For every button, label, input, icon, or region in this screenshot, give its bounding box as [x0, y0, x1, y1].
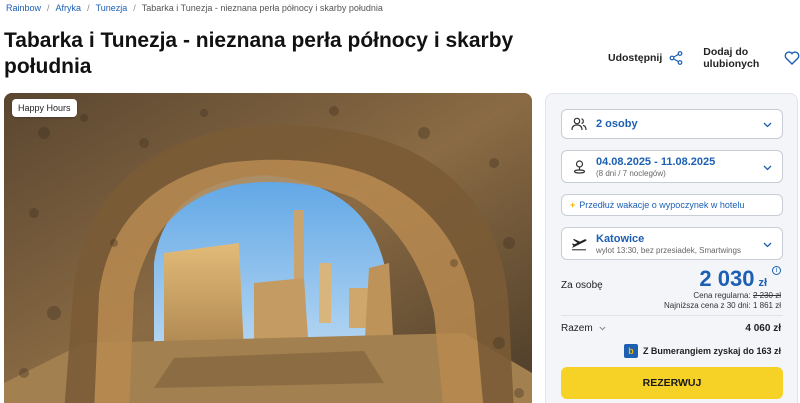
dates-select[interactable]: 04.08.2025 - 11.08.2025 (8 dni / 7 nocle… — [561, 150, 783, 183]
bumerang-promo[interactable]: b Z Bumerangiem zyskaj do 163 zł — [623, 344, 781, 358]
share-icon — [669, 51, 683, 65]
lowest-price-label: Najniższa cena z 30 dni: — [664, 301, 751, 310]
breadcrumb-current: Tabarka i Tunezja - nieznana perła półno… — [141, 3, 383, 13]
breadcrumb: Rainbow / Afryka / Tunezja / Tabarka i T… — [6, 3, 383, 13]
breadcrumb-link-tunezja[interactable]: Tunezja — [96, 3, 128, 13]
regular-price-label: Cena regularna: — [693, 291, 751, 300]
departure-details: wylot 13:30, bez przesiadek, Smartwings — [596, 245, 741, 255]
lowest-price-value: 1 861 zł — [752, 301, 781, 310]
regular-price: Cena regularna: 2 230 zł — [693, 291, 781, 300]
extend-label: Przedłuż wakacje o wypoczynek w hotelu — [579, 200, 745, 210]
price-value: 2 030 — [699, 266, 755, 291]
departure-select[interactable]: Katowice wylot 13:30, bez przesiadek, Sm… — [561, 227, 783, 260]
lowest-price: Najniższa cena z 30 dni: 1 861 zł — [664, 301, 781, 310]
happy-hours-badge: Happy Hours — [12, 99, 77, 117]
favorite-button[interactable]: Dodaj do ulubionych — [703, 46, 800, 70]
reserve-button[interactable]: REZERWUJ — [561, 367, 783, 399]
departure-city: Katowice — [596, 232, 645, 245]
breadcrumb-link-afryka[interactable]: Afryka — [56, 3, 82, 13]
bumerang-icon: b — [623, 344, 638, 358]
users-icon — [562, 117, 596, 131]
calendar-location-icon — [562, 159, 596, 174]
persons-select[interactable]: 2 osoby — [561, 109, 783, 139]
chevron-down-icon — [763, 235, 772, 253]
breadcrumb-separator: / — [47, 3, 50, 13]
extend-holiday-button[interactable]: + Przedłuż wakacje o wypoczynek w hotelu — [561, 194, 783, 216]
persons-value: 2 osoby — [596, 118, 638, 130]
booking-panel: 2 osoby 04.08.2025 - 11.08.2025 (8 dni /… — [545, 93, 798, 403]
total-toggle[interactable]: Razem — [561, 323, 606, 334]
share-button[interactable]: Udostępnij — [608, 51, 683, 65]
plus-icon: + — [570, 200, 576, 210]
dates-sub: (8 dni / 7 noclegów) — [596, 168, 666, 178]
ruins-arch-image — [4, 93, 532, 403]
chevron-down-icon — [763, 158, 772, 176]
total-label: Razem — [561, 323, 593, 334]
price-per-person: 2 030 zł — [699, 266, 767, 292]
share-label: Udostępnij — [608, 52, 663, 64]
page-actions: Udostępnij Dodaj do ulubionych — [608, 46, 800, 70]
price-currency: zł — [758, 277, 767, 289]
dates-value: 04.08.2025 - 11.08.2025 — [596, 155, 716, 168]
heart-icon — [784, 51, 800, 65]
offer-photo[interactable]: Happy Hours — [4, 93, 532, 403]
regular-price-value: 2 230 zł — [752, 291, 781, 300]
breadcrumb-separator: / — [133, 3, 136, 13]
plane-icon — [562, 237, 596, 251]
info-icon[interactable]: i — [772, 266, 781, 275]
chevron-down-icon — [763, 115, 772, 133]
page-title: Tabarka i Tunezja - nieznana perła półno… — [4, 29, 514, 78]
divider — [561, 315, 783, 316]
breadcrumb-separator: / — [87, 3, 90, 13]
total-value: 4 060 zł — [745, 323, 781, 334]
price-per-person-label: Za osobę — [561, 280, 603, 291]
favorite-label: Dodaj do ulubionych — [703, 46, 760, 70]
bumerang-text: Z Bumerangiem zyskaj do 163 zł — [642, 346, 781, 356]
breadcrumb-link-rainbow[interactable]: Rainbow — [6, 3, 41, 13]
chevron-down-icon — [599, 323, 606, 334]
